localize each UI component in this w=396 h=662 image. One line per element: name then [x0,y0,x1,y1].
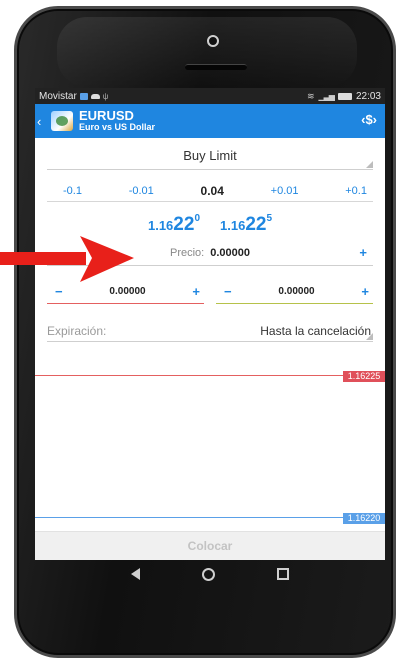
status-bar: Movistar ψ ≋ ▁▃▅ 22:03 [35,88,385,104]
volume-minus-small-button[interactable]: -0.01 [129,185,154,197]
expiration-select[interactable]: Expiración: Hasta la cancelación [47,320,373,342]
price-input[interactable]: 0.00000 [210,247,250,259]
quotes-row: 1.16 22 0 1.16 22 5 [35,213,385,236]
nav-recents-icon[interactable] [277,568,289,580]
place-order-button[interactable]: Colocar [35,531,385,560]
upper-level-tag: 1.16225 [343,371,385,382]
nav-home-icon[interactable] [202,567,215,581]
camera-icon [207,35,219,47]
stop-loss-plus-button[interactable]: + [192,284,200,299]
instrument-titles: EURUSD Euro vs US Dollar [79,107,156,133]
stop-loss-minus-button[interactable]: − [55,284,63,299]
symbol-title: EURUSD [79,107,134,123]
price-label: Precio: [169,246,205,259]
usb-icon: ψ [102,91,109,101]
arrow-head [80,236,134,282]
bid-pips: 22 [173,214,195,235]
clock: 22:03 [355,90,381,102]
nav-back-icon[interactable] [131,568,140,580]
bid-prefix: 1.16 [147,218,174,233]
take-profit-minus-button[interactable]: − [224,284,232,299]
ask-point: 5 [266,213,273,224]
battery-icon [337,92,352,100]
lower-level-line [35,517,385,518]
bid-price: 1.16 22 0 [147,213,200,236]
chevron-left-icon[interactable]: ‹ [37,114,47,129]
volume-input[interactable]: 0.04 [201,184,224,198]
symbol-description: Euro vs US Dollar [79,122,156,133]
red-arrow-icon [0,236,134,282]
expiration-value: Hasta la cancelación [260,323,371,338]
instrument-logo [51,111,73,131]
volume-minus-big-button[interactable]: -0.1 [63,185,82,197]
take-profit-input[interactable]: 0.00000 [278,286,314,297]
swap-icon[interactable]: ‹$› [361,112,377,127]
ask-pips: 22 [245,214,267,235]
signal-icon: ▁▃▅ [318,91,336,101]
ask-prefix: 1.16 [220,218,246,233]
dropdown-corner-icon [366,333,373,340]
dropdown-corner-icon [366,161,373,168]
app-bar: ‹ EURUSD Euro vs US Dollar ‹$› [35,104,385,138]
volume-plus-small-button[interactable]: +0.01 [271,185,299,197]
arrow-shaft [0,252,86,265]
wifi-icon: ≋ [306,90,315,101]
notification-icon [79,92,88,100]
volume-row: -0.1 -0.01 0.04 +0.01 +0.1 [47,180,373,202]
take-profit-field: − 0.00000 + [216,280,373,304]
phone-screen: Movistar ψ ≋ ▁▃▅ 22:03 ‹ EURUSD Euro vs … [35,88,385,560]
status-right: ≋ ▁▃▅ 22:03 [307,91,381,102]
phone-gloss [57,17,357,87]
speaker-grille [185,64,247,70]
lower-level-tag: 1.16220 [343,513,385,524]
carrier-label: Movistar [39,90,77,102]
price-level-chart: 1.16225 1.16220 [35,371,385,531]
upper-level-line [35,375,385,376]
order-type-label: Buy Limit [183,148,237,163]
price-plus-button[interactable]: + [359,245,367,260]
android-nav-bar [35,560,385,588]
order-type-select[interactable]: Buy Limit [47,146,373,170]
cloud-icon [90,93,100,99]
bid-point: 0 [194,213,200,224]
ask-price: 1.16 22 5 [220,213,273,236]
expiration-label: Expiración: [47,323,107,338]
take-profit-plus-button[interactable]: + [361,284,369,299]
status-left: Movistar ψ [39,91,109,102]
stop-loss-input[interactable]: 0.00000 [109,286,145,297]
volume-plus-big-button[interactable]: +0.1 [345,185,367,197]
